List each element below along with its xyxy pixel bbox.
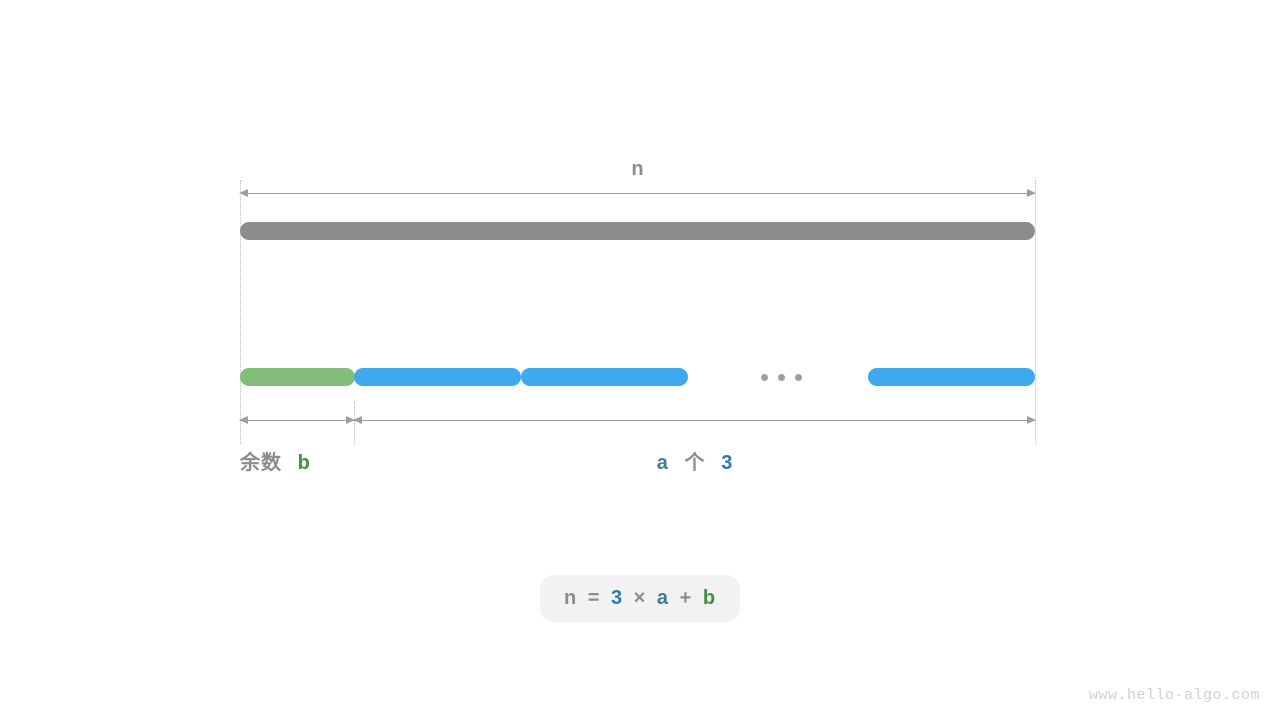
formula-3: 3 [611,587,623,609]
dimension-arrow-b [240,420,354,421]
label-n: n [240,158,1035,181]
formula-n: n [564,587,577,609]
bar-three-last [868,368,1035,386]
bar-three-1 [354,368,521,386]
bar-n [240,222,1035,240]
formula-eq: = [588,587,601,609]
formula-a: a [657,587,669,609]
formula-b: b [703,587,716,609]
label-const-3: 3 [721,452,732,474]
ellipsis-icon [758,368,804,386]
dimension-arrow-n [240,193,1035,194]
label-text-of [673,452,684,474]
guide-line-right [1035,180,1036,444]
formula-plus: + [680,587,693,609]
label-remainder-text: 余数 [240,452,282,474]
watermark: www.hello-algo.com [1089,687,1260,704]
formula-times: × [634,587,647,609]
bar-remainder-b [240,368,355,386]
label-var-a: a [657,452,668,474]
dimension-arrow-a3 [354,420,1035,421]
bar-three-2 [521,368,688,386]
guide-line-left [240,180,241,444]
label-a-groups-of-3: a 个 3 [354,446,1035,475]
formula-pill: n = 3 × a + b [540,575,740,622]
label-remainder-var: b [298,452,310,474]
